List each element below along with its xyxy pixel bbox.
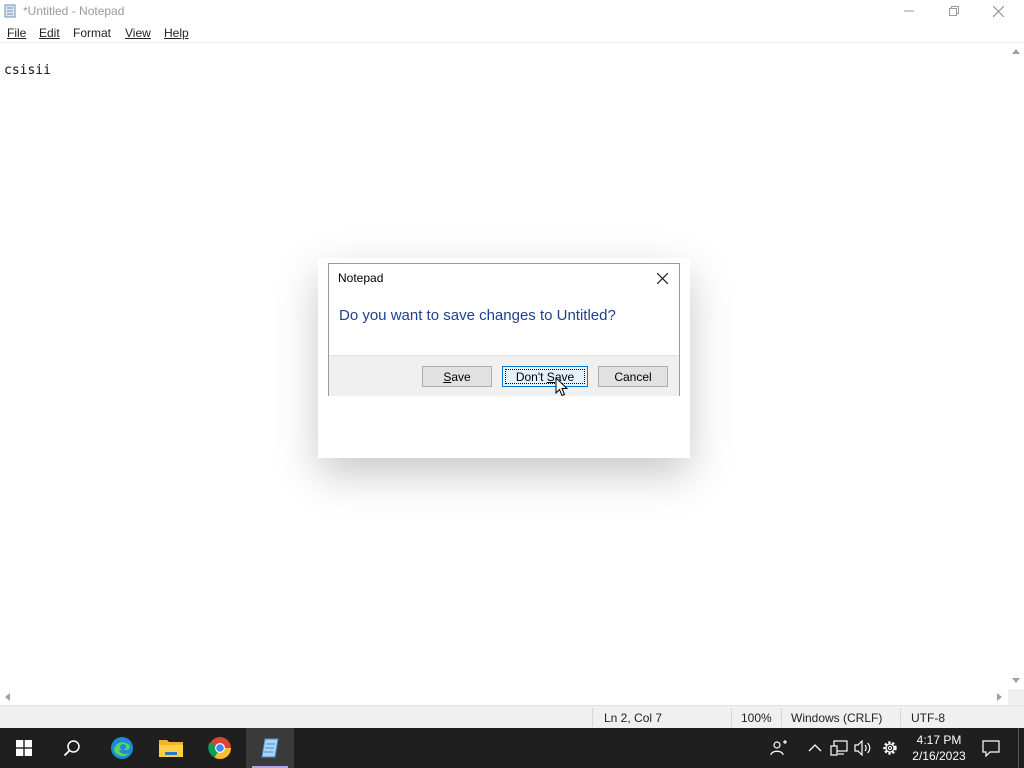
edge-icon (111, 737, 133, 759)
save-changes-dialog: Notepad Do you want to save changes to U… (328, 263, 680, 396)
menu-view[interactable]: View (125, 26, 151, 40)
taskbar-clock[interactable]: 4:17 PM 2/16/2023 (906, 732, 972, 764)
menu-view-label: View (125, 26, 151, 40)
people-tray-button[interactable] (769, 738, 789, 758)
menu-bar: File Edit Format View Help (0, 23, 1024, 43)
menu-file[interactable]: File (7, 26, 26, 40)
gear-icon (883, 741, 897, 755)
dialog-title: Notepad (338, 271, 384, 285)
chevron-up-icon (808, 744, 822, 752)
people-icon (770, 740, 787, 756)
menu-edit-label: Edit (39, 26, 60, 40)
taskbar-notepad[interactable] (246, 728, 294, 768)
status-line-endings: Windows (CRLF) (791, 711, 883, 725)
menu-format[interactable]: Format (73, 26, 111, 40)
save-button[interactable]: Save (422, 366, 492, 387)
volume-icon (854, 740, 871, 756)
vertical-scrollbar[interactable] (1008, 43, 1024, 689)
taskbar-file-explorer[interactable] (147, 728, 195, 768)
taskbar-chrome[interactable] (196, 728, 244, 768)
status-encoding: UTF-8 (911, 711, 945, 725)
notification-icon (982, 740, 1000, 757)
status-divider (592, 708, 593, 727)
status-position: Ln 2, Col 7 (604, 711, 663, 725)
taskbar: 4:17 PM 2/16/2023 (0, 728, 1024, 768)
windows-start-icon (16, 740, 32, 756)
scroll-down-arrow-icon[interactable] (1012, 678, 1020, 683)
volume-tray-button[interactable] (853, 738, 873, 758)
notepad-icon (261, 738, 279, 758)
chrome-icon (208, 737, 231, 759)
network-tray-button[interactable] (829, 738, 849, 758)
clock-time: 4:17 PM (916, 733, 962, 747)
taskbar-edge[interactable] (98, 728, 146, 768)
dialog-message: Do you want to save changes to Untitled? (339, 307, 616, 324)
title-bar: *Untitled - Notepad (0, 0, 1024, 22)
menu-format-label: Format (73, 26, 112, 40)
status-divider (731, 708, 732, 727)
restore-icon (948, 6, 959, 16)
network-icon (830, 740, 848, 756)
scrollbar-corner (1008, 689, 1024, 705)
status-divider (781, 708, 782, 727)
dont-save-button[interactable]: Don't Save (502, 366, 588, 387)
restore-button[interactable] (931, 0, 976, 22)
menu-help-label: Help (164, 26, 189, 40)
status-bar: Ln 2, Col 7 100% Windows (CRLF) UTF-8 (0, 705, 1024, 728)
show-desktop-button[interactable] (1018, 728, 1024, 768)
dialog-close-button[interactable] (646, 265, 678, 291)
save-label-rest: ave (451, 369, 471, 384)
search-icon (63, 740, 80, 757)
cancel-button[interactable]: Cancel (598, 366, 668, 387)
save-label-mnemonic: S (443, 369, 452, 384)
menu-file-label: File (7, 26, 27, 40)
notepad-app-icon (3, 4, 17, 18)
start-button[interactable] (0, 728, 48, 768)
close-button[interactable] (976, 0, 1021, 22)
focus-rectangle (505, 369, 585, 384)
minimize-button[interactable] (886, 0, 931, 22)
scroll-up-arrow-icon[interactable] (1012, 49, 1020, 54)
search-button[interactable] (48, 728, 96, 768)
close-icon (656, 272, 668, 284)
status-divider (900, 708, 901, 727)
show-hidden-icons-button[interactable] (805, 738, 825, 758)
menu-edit[interactable]: Edit (39, 26, 60, 40)
horizontal-scrollbar[interactable] (0, 689, 1008, 705)
action-center-button[interactable] (981, 738, 1001, 758)
scroll-right-arrow-icon[interactable] (997, 693, 1002, 701)
file-explorer-icon (159, 740, 183, 757)
cancel-label: Cancel (614, 369, 652, 384)
dialog-footer: Save Don't Save Cancel (329, 355, 679, 396)
close-icon (993, 5, 1004, 17)
menu-help[interactable]: Help (164, 26, 189, 40)
settings-tray-button[interactable] (880, 738, 900, 758)
scroll-left-arrow-icon[interactable] (5, 693, 10, 701)
minimize-icon (903, 10, 914, 12)
editor-content: csisii (4, 63, 51, 78)
clock-date: 2/16/2023 (912, 749, 966, 763)
status-zoom: 100% (741, 711, 772, 725)
window-title: *Untitled - Notepad (23, 4, 125, 18)
